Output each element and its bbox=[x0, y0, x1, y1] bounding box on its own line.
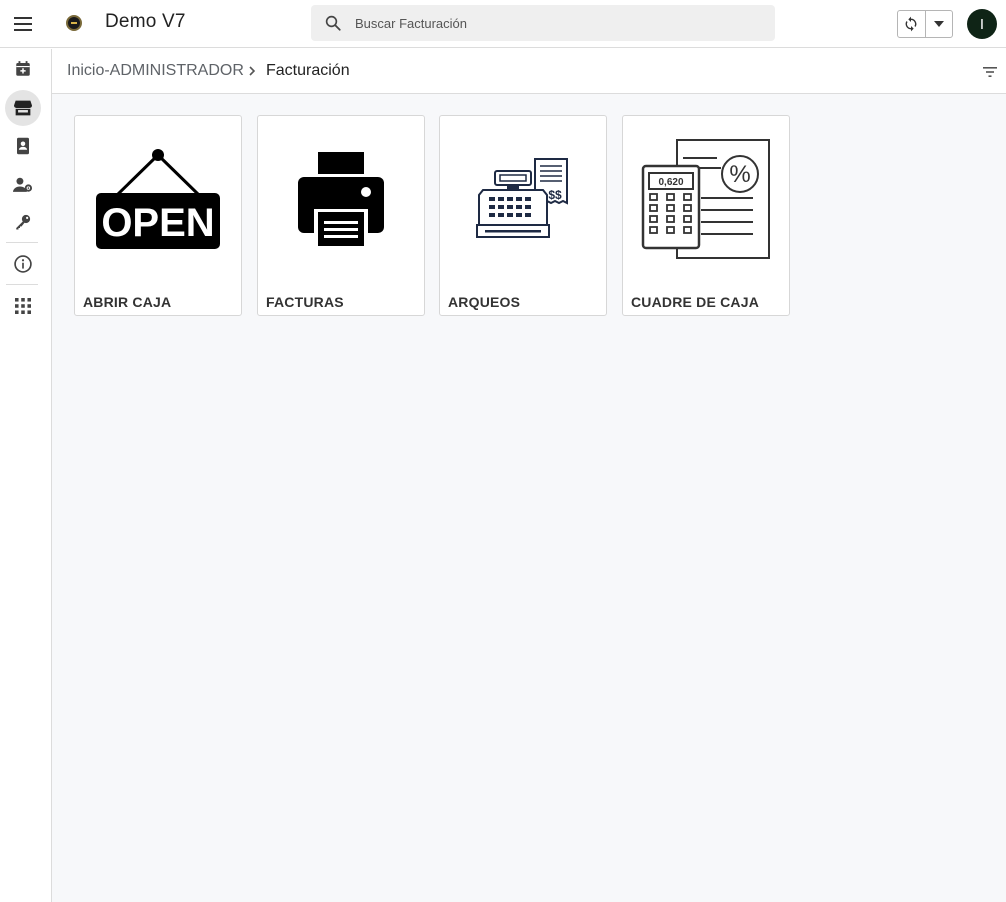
open-sign-text: OPEN bbox=[101, 201, 214, 245]
sync-options-dropdown[interactable] bbox=[926, 11, 953, 37]
card-label: FACTURAS bbox=[266, 294, 344, 310]
breadcrumb-root-link[interactable]: Inicio-ADMINISTRADOR bbox=[67, 62, 244, 80]
sidebar-item-info[interactable] bbox=[5, 246, 41, 282]
chevron-right-icon bbox=[249, 66, 256, 76]
printer-icon bbox=[298, 152, 384, 247]
card-arqueos[interactable]: $$ ARQUEOS bbox=[439, 115, 607, 316]
card-image bbox=[258, 116, 424, 282]
card-label: CUADRE DE CAJA bbox=[631, 294, 760, 310]
key-icon bbox=[16, 214, 31, 230]
search-bar bbox=[311, 5, 775, 41]
calculator-report-icon: % 0,620 bbox=[641, 139, 770, 259]
card-cuadre-de-caja[interactable]: % 0,620 CUADRE DE CAJA bbox=[622, 115, 790, 316]
app-logo[interactable] bbox=[66, 15, 82, 31]
sidebar-item-apps[interactable] bbox=[5, 288, 41, 324]
sync-button-group bbox=[897, 10, 953, 38]
app-title: Demo V7 bbox=[105, 11, 186, 32]
apps-grid-icon bbox=[15, 298, 31, 314]
menu-button[interactable] bbox=[10, 11, 36, 37]
search-input[interactable] bbox=[355, 5, 765, 41]
contact-book-icon bbox=[17, 137, 29, 155]
caret-down-icon bbox=[933, 21, 944, 27]
open-sign-icon: OPEN bbox=[96, 149, 220, 249]
main-content: OPEN ABRIR CAJA FACTURAS $$ ARQUEOS % 0,… bbox=[52, 94, 1006, 902]
sidebar-item-contacts[interactable] bbox=[5, 128, 41, 164]
calculator-display-text: 0,620 bbox=[658, 177, 683, 188]
search-icon bbox=[325, 15, 341, 31]
sidebar bbox=[0, 49, 52, 902]
cash-register-icon: $$ bbox=[476, 158, 568, 238]
breadcrumb-current: Facturación bbox=[266, 62, 350, 79]
sync-icon bbox=[905, 16, 917, 32]
sync-button[interactable] bbox=[898, 11, 926, 37]
sidebar-item-calendar[interactable] bbox=[5, 51, 41, 87]
user-avatar[interactable]: I bbox=[967, 9, 997, 39]
percent-symbol: % bbox=[729, 161, 750, 188]
card-image: $$ bbox=[440, 116, 606, 282]
sidebar-item-store[interactable] bbox=[5, 90, 41, 126]
card-abrir-caja[interactable]: OPEN ABRIR CAJA bbox=[74, 115, 242, 316]
sidebar-item-user-settings[interactable] bbox=[5, 167, 41, 203]
top-bar: Demo V7 I bbox=[0, 0, 1006, 48]
filter-icon[interactable] bbox=[981, 63, 999, 81]
card-image: OPEN bbox=[75, 116, 241, 282]
breadcrumb: Inicio-ADMINISTRADOR Facturación bbox=[52, 49, 1006, 94]
hamburger-icon bbox=[14, 17, 32, 31]
receipt-text: $$ bbox=[548, 188, 562, 202]
sidebar-divider bbox=[6, 284, 38, 285]
card-image: % 0,620 bbox=[623, 116, 789, 282]
card-label: ABRIR CAJA bbox=[83, 294, 172, 310]
user-settings-icon bbox=[13, 177, 33, 192]
calendar-add-icon bbox=[16, 61, 30, 76]
sidebar-item-keys[interactable] bbox=[5, 204, 41, 240]
store-icon bbox=[14, 100, 32, 116]
card-facturas[interactable]: FACTURAS bbox=[257, 115, 425, 316]
sidebar-divider bbox=[6, 242, 38, 243]
info-icon bbox=[14, 255, 32, 273]
card-label: ARQUEOS bbox=[448, 294, 521, 310]
